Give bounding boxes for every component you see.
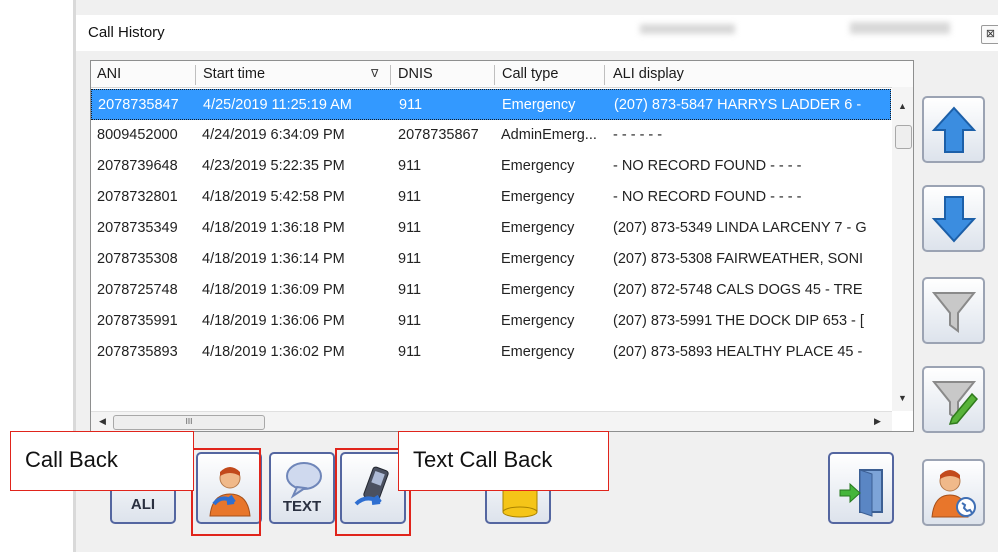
cell-start-time: 4/25/2019 11:25:19 AM [203,97,352,113]
filter-button[interactable] [922,277,985,344]
contact-phone-icon [931,470,976,518]
exit-button[interactable] [828,452,894,524]
table-row[interactable]: 2078735847 4/25/2019 11:25:19 AM 911 Eme… [91,89,891,120]
cell-ali-display: (207) 873-5991 THE DOCK DIP 653 - [ [613,313,864,329]
column-header-ani[interactable]: ANI [91,61,195,87]
cell-call-type: Emergency [502,97,576,113]
vertical-scrollbar[interactable]: ▲ ▼ [892,87,913,411]
column-header-start-time[interactable]: Start time [197,61,387,87]
table-row[interactable]: 2078735893 4/18/2019 1:36:02 PM 911 Emer… [91,337,891,368]
table-row[interactable]: 2078735349 4/18/2019 1:36:18 PM 911 Emer… [91,213,891,244]
cell-dnis: 2078735867 [398,127,479,143]
column-header-ali-display[interactable]: ALI display [607,61,887,87]
scroll-down-arrow-icon[interactable]: ▼ [898,393,907,403]
cell-dnis: 911 [398,344,422,360]
table-row[interactable]: 2078735308 4/18/2019 1:36:14 PM 911 Emer… [91,244,891,275]
window-title: Call History [88,24,165,41]
table-row[interactable]: 2078732801 4/18/2019 5:42:58 PM 911 Emer… [91,182,891,213]
horizontal-scroll-thumb[interactable]: III [113,415,265,430]
cell-ani: 2078735893 [97,344,178,360]
column-divider[interactable] [390,65,391,85]
cell-ali-display: (207) 873-5308 FAIRWEATHER, SONI [613,251,864,267]
cell-dnis: 911 [398,189,422,205]
scroll-up-arrow-icon[interactable]: ▲ [898,101,907,111]
grid-header: ANI Start time ∇ DNIS Call type ALI disp… [91,61,913,88]
call-back-callout: Call Back [10,431,194,491]
cell-start-time: 4/18/2019 1:36:14 PM [202,251,345,267]
cell-ani: 2078735349 [97,220,178,236]
ali-button-label: ALI [130,496,156,513]
move-down-button[interactable] [922,185,985,252]
cell-dnis: 911 [398,282,422,298]
arrow-up-icon [931,106,977,153]
cell-start-time: 4/23/2019 5:22:35 PM [202,158,345,174]
scroll-left-arrow-icon[interactable]: ◀ [99,416,106,427]
cell-dnis: 911 [398,251,422,267]
cell-call-type: Emergency [501,220,575,236]
cell-dnis: 911 [398,313,422,329]
edit-filter-icon [931,381,978,425]
text-call-back-callout: Text Call Back [398,431,609,491]
cell-ani: 2078735847 [98,97,179,113]
arrow-down-icon [931,196,977,243]
call-back-highlight [191,448,261,536]
cell-ani: 8009452000 [97,127,178,143]
scroll-right-arrow-icon[interactable]: ▶ [874,416,881,427]
cell-dnis: 911 [398,220,422,236]
cell-call-type: Emergency [501,344,575,360]
cell-ali-display: (207) 873-5847 HARRYS LADDER 6 - [614,97,862,113]
text-button-label: TEXT [282,498,322,515]
call-history-grid[interactable]: ANI Start time ∇ DNIS Call type ALI disp… [90,60,914,432]
cell-call-type: Emergency [501,313,575,329]
column-divider[interactable] [494,65,495,85]
cell-ani: 2078725748 [97,282,178,298]
column-header-dnis[interactable]: DNIS [392,61,492,87]
cell-start-time: 4/18/2019 1:36:06 PM [202,313,345,329]
column-divider[interactable] [604,65,605,85]
cell-call-type: Emergency [501,251,575,267]
edit-filter-button[interactable] [922,366,985,433]
cell-ali-display: - NO RECORD FOUND - - - - [613,189,802,205]
cell-start-time: 4/18/2019 1:36:18 PM [202,220,345,236]
blurred-title-region [850,22,950,34]
cell-ani: 2078739648 [97,158,178,174]
cell-call-type: Emergency [501,189,575,205]
table-row[interactable]: 8009452000 4/24/2019 6:34:09 PM 20787358… [91,120,891,151]
exit-door-icon [839,469,883,517]
filter-icon [931,292,977,333]
contact-button[interactable] [922,459,985,526]
table-row[interactable]: 2078725748 4/18/2019 1:36:09 PM 911 Emer… [91,275,891,306]
cell-dnis: 911 [398,158,422,174]
cell-start-time: 4/18/2019 5:42:58 PM [202,189,345,205]
column-divider[interactable] [195,65,196,85]
speech-bubble-icon [286,462,322,499]
cell-ali-display: (207) 872-5748 CALS DOGS 45 - TRE [613,282,863,298]
cell-start-time: 4/18/2019 1:36:09 PM [202,282,345,298]
cell-ali-display: (207) 873-5893 HEALTHY PLACE 45 - [613,344,863,360]
cell-start-time: 4/18/2019 1:36:02 PM [202,344,345,360]
cell-ani: 2078732801 [97,189,178,205]
sort-indicator-icon: ∇ [371,68,379,80]
cell-ali-display: (207) 873-5349 LINDA LARCENY 7 - G [613,220,867,236]
cell-ani: 2078735308 [97,251,178,267]
text-button[interactable]: TEXT [269,452,335,524]
horizontal-scrollbar[interactable]: ◀ III ▶ [91,411,892,431]
cell-ani: 2078735991 [97,313,178,329]
cell-call-type: AdminEmerg... [501,127,597,143]
cell-start-time: 4/24/2019 6:34:09 PM [202,127,345,143]
column-header-call-type[interactable]: Call type [496,61,601,87]
table-row[interactable]: 2078739648 4/23/2019 5:22:35 PM 911 Emer… [91,151,891,182]
cell-call-type: Emergency [501,282,575,298]
cell-ali-display: - - - - - - [613,127,663,143]
close-button[interactable]: ⊠ [981,25,998,44]
cell-call-type: Emergency [501,158,575,174]
move-up-button[interactable] [922,96,985,163]
blurred-title-region [640,24,735,34]
cell-ali-display: - NO RECORD FOUND - - - - [613,158,802,174]
vertical-scroll-thumb[interactable] [895,125,912,149]
cell-dnis: 911 [399,97,423,113]
table-row[interactable]: 2078735991 4/18/2019 1:36:06 PM 911 Emer… [91,306,891,337]
